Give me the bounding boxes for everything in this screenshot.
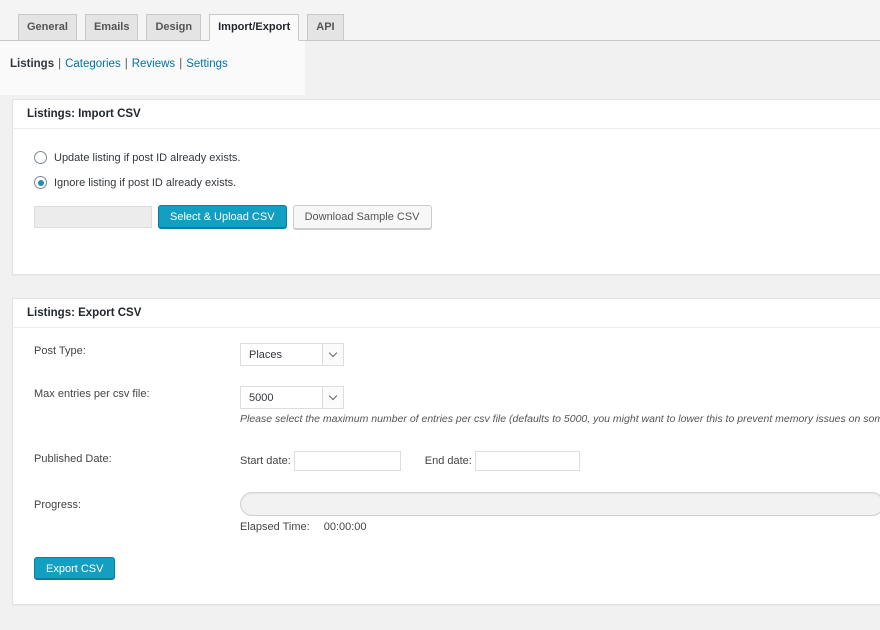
elapsed-time-value: 00:00:00	[324, 521, 367, 533]
published-date-label: Published Date:	[34, 453, 112, 465]
subnav: Listings | Categories | Reviews | Settings	[10, 58, 228, 70]
post-type-selected-value: Places	[241, 349, 322, 361]
subnav-separator: |	[125, 58, 128, 70]
subnav-separator: |	[58, 58, 61, 70]
radio-label: Ignore listing if post ID already exists…	[54, 177, 236, 189]
tab-bar: General Emails Design Import/Export API	[18, 14, 344, 41]
post-type-label: Post Type:	[34, 345, 86, 357]
subnav-item-categories[interactable]: Categories	[65, 58, 121, 70]
start-date-input[interactable]	[294, 451, 401, 471]
subnav-item-reviews[interactable]: Reviews	[132, 58, 175, 70]
import-panel-title: Listings: Import CSV	[13, 100, 880, 129]
progress-label: Progress:	[34, 499, 81, 511]
radio-label: Update listing if post ID already exists…	[54, 152, 240, 164]
elapsed-time-label: Elapsed Time:	[240, 521, 310, 533]
settings-page: General Emails Design Import/Export API …	[0, 0, 880, 630]
start-date-label: Start date:	[240, 455, 291, 467]
upload-row: Select & Upload CSV Download Sample CSV	[34, 205, 880, 229]
export-csv-panel: Listings: Export CSV Post Type: Places M…	[12, 298, 880, 605]
chevron-down-icon	[322, 387, 343, 408]
max-entries-description: Please select the maximum number of entr…	[240, 413, 880, 425]
download-sample-csv-button[interactable]: Download Sample CSV	[293, 205, 432, 229]
csv-file-field[interactable]	[34, 206, 152, 228]
end-date-label: End date:	[425, 455, 472, 467]
progress-bar	[240, 492, 880, 516]
max-entries-select[interactable]: 5000	[240, 386, 344, 409]
published-date-row: Start date: End date:	[240, 451, 580, 471]
subnav-item-listings[interactable]: Listings	[10, 58, 54, 70]
tab-emails[interactable]: Emails	[85, 14, 138, 41]
max-entries-label: Max entries per csv file:	[34, 388, 150, 400]
end-date-input[interactable]	[475, 451, 580, 471]
radio-button-icon[interactable]	[34, 151, 47, 164]
chevron-down-icon	[322, 344, 343, 365]
radio-option-ignore-listing[interactable]: Ignore listing if post ID already exists…	[34, 176, 880, 189]
elapsed-time-row: Elapsed Time: 00:00:00	[240, 521, 367, 533]
select-upload-csv-button[interactable]: Select & Upload CSV	[158, 205, 287, 229]
post-type-select[interactable]: Places	[240, 343, 344, 366]
export-panel-title: Listings: Export CSV	[13, 299, 880, 328]
tab-general[interactable]: General	[18, 14, 77, 41]
subnav-item-settings[interactable]: Settings	[186, 58, 228, 70]
tab-api[interactable]: API	[307, 14, 343, 41]
tab-design[interactable]: Design	[146, 14, 201, 41]
import-panel-body: Update listing if post ID already exists…	[13, 129, 880, 229]
subnav-separator: |	[179, 58, 182, 70]
radio-button-icon[interactable]	[34, 176, 47, 189]
radio-option-update-listing[interactable]: Update listing if post ID already exists…	[34, 151, 880, 164]
export-csv-button[interactable]: Export CSV	[34, 557, 115, 580]
max-entries-selected-value: 5000	[241, 392, 322, 404]
tab-import-export[interactable]: Import/Export	[209, 14, 299, 41]
import-csv-panel: Listings: Import CSV Update listing if p…	[12, 99, 880, 275]
